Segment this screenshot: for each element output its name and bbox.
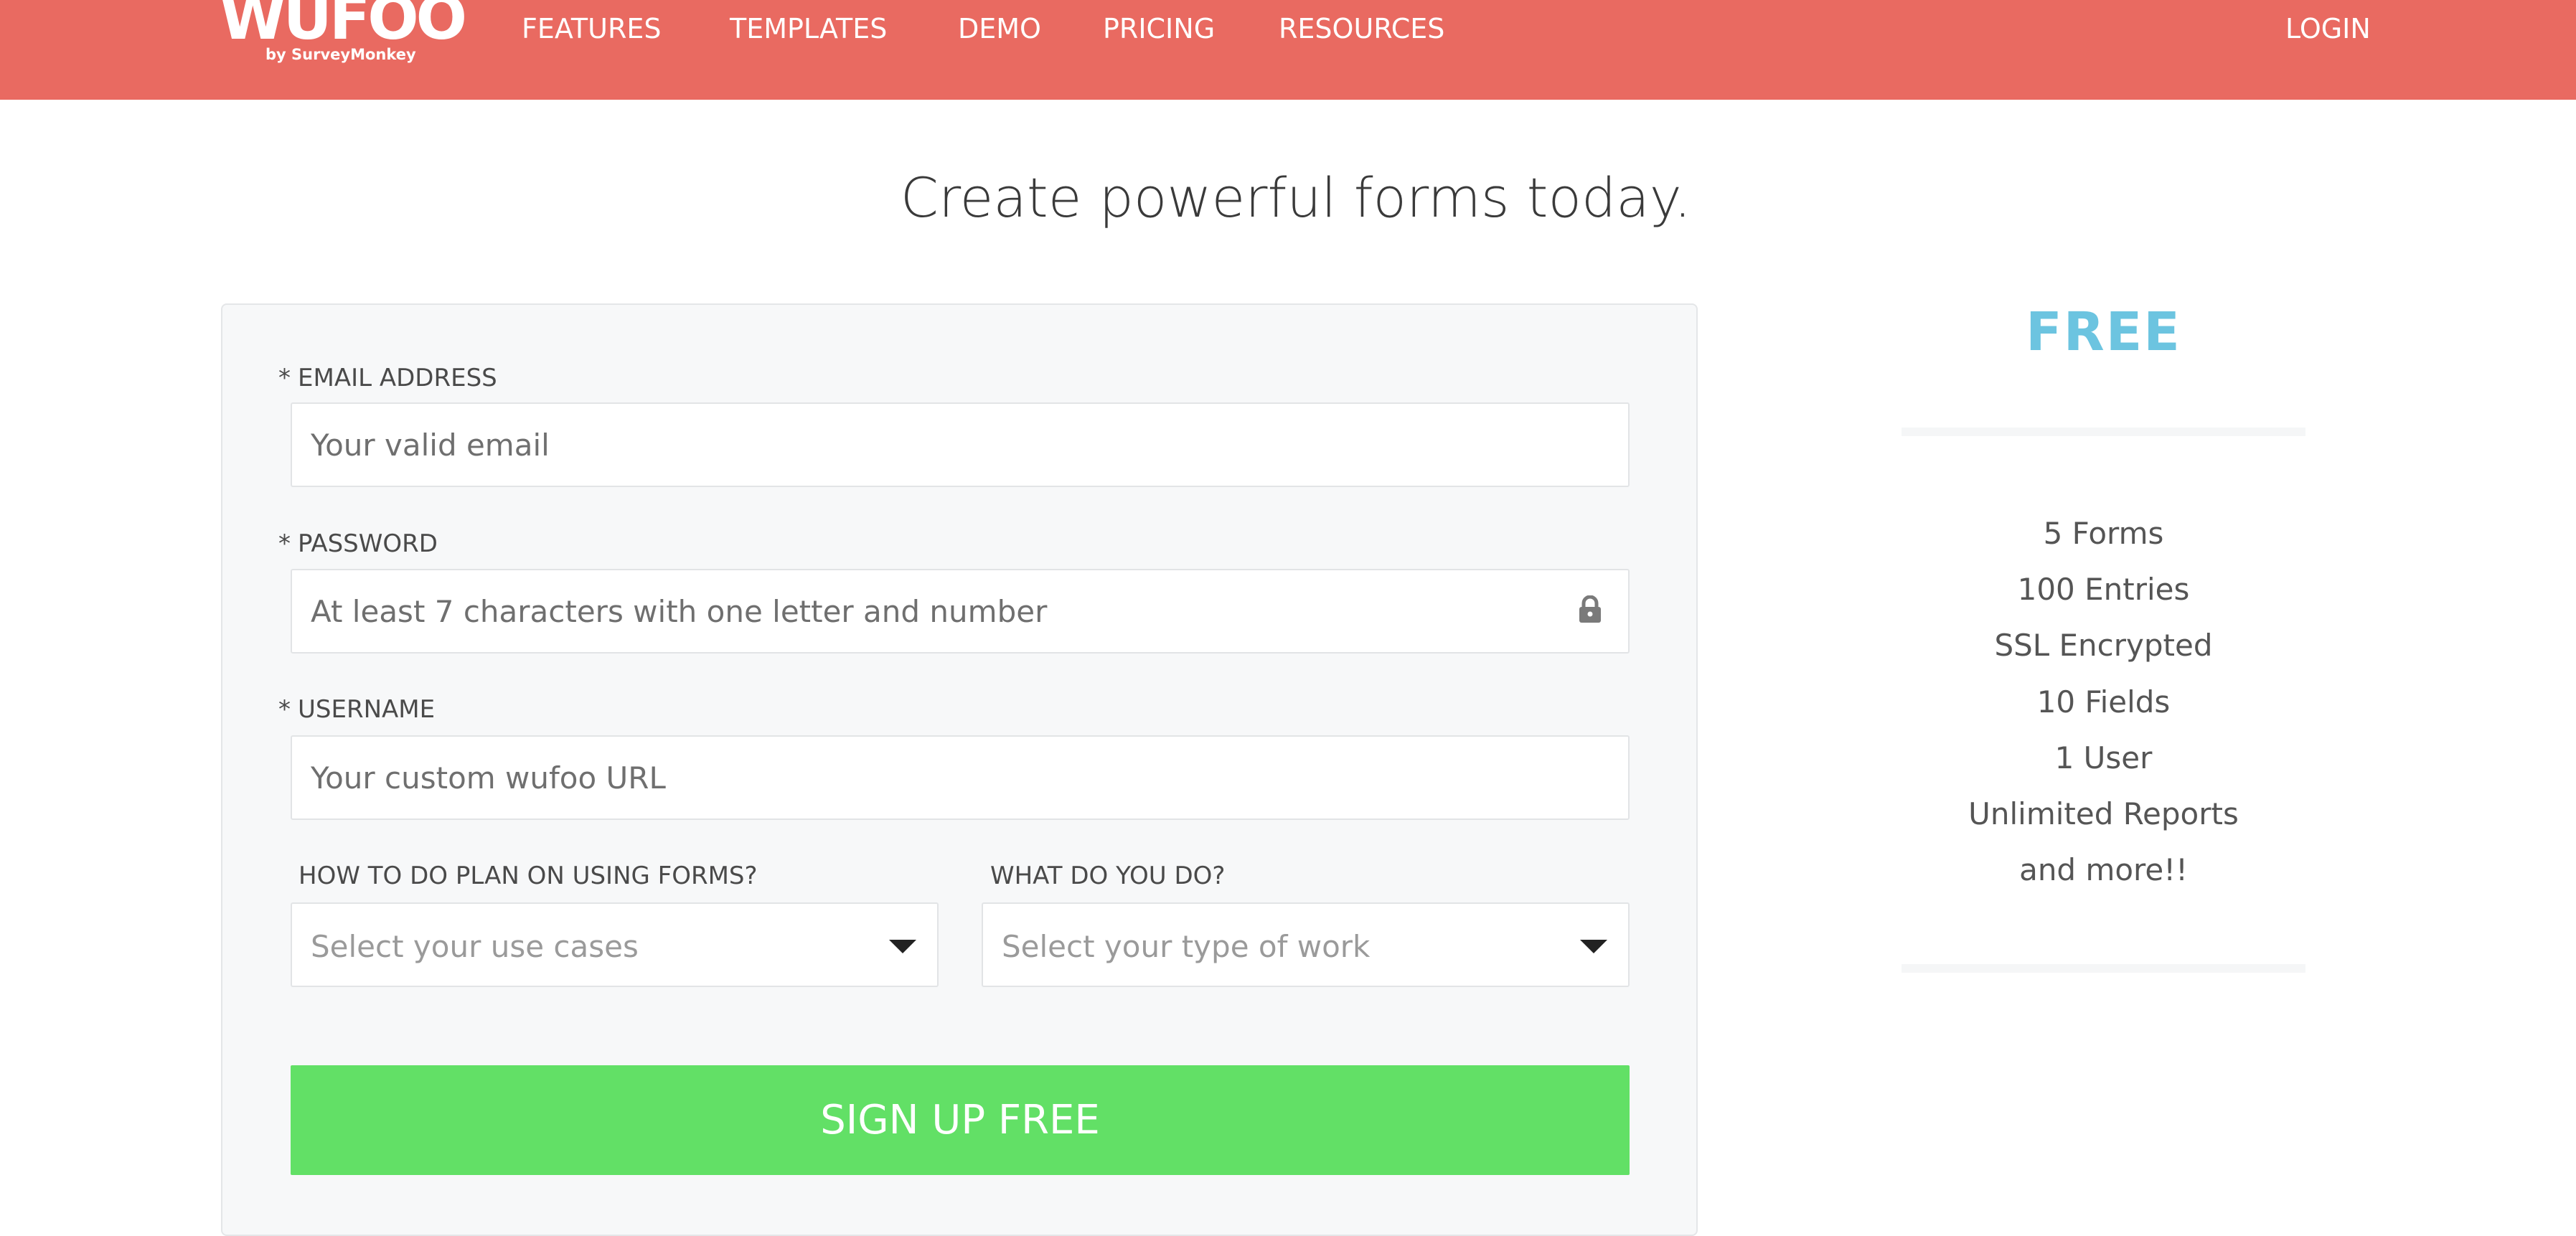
chevron-down-icon (889, 940, 916, 953)
nav-pricing-link[interactable]: PRICING (1103, 13, 1215, 44)
work-type-label: WHAT DO YOU DO? (990, 862, 1226, 890)
plan-feature-item: and more!! (2019, 852, 2188, 888)
username-input[interactable] (291, 735, 1630, 820)
email-input[interactable] (291, 402, 1630, 487)
chevron-down-icon (1580, 940, 1607, 953)
password-input[interactable] (291, 569, 1630, 654)
plan-divider-top (1902, 428, 2305, 436)
required-marker: * (278, 529, 291, 558)
plan-name: FREE (2026, 301, 2181, 363)
use-case-selected-text: Select your use cases (311, 929, 639, 964)
password-label-text: PASSWORD (298, 529, 438, 558)
plan-feature-item: 5 Forms (2043, 516, 2164, 551)
username-label: * USERNAME (278, 695, 435, 724)
nav-demo-link[interactable]: DEMO (958, 13, 1041, 44)
wufoo-logo[interactable]: WUFOO by SurveyMonkey (220, 0, 467, 69)
plan-feature-item: Unlimited Reports (1968, 796, 2239, 832)
use-case-select[interactable]: Select your use cases (291, 902, 939, 987)
logo-tagline: by SurveyMonkey (265, 46, 416, 63)
nav-templates-link[interactable]: TEMPLATES (730, 13, 887, 44)
plan-feature-list: 5 Forms 100 Entries SSL Encrypted 10 Fie… (1902, 506, 2305, 898)
plan-feature-item: 1 User (2054, 740, 2153, 775)
nav-resources-link[interactable]: RESOURCES (1279, 13, 1444, 44)
email-label: * EMAIL ADDRESS (278, 364, 497, 392)
nav-features-link[interactable]: FEATURES (522, 13, 661, 44)
username-label-text: USERNAME (298, 695, 436, 724)
login-link[interactable]: LOGIN (2285, 13, 2371, 44)
plan-divider-bottom (1902, 964, 2305, 973)
lock-icon (1579, 595, 1601, 623)
work-type-selected-text: Select your type of work (1002, 929, 1371, 964)
work-type-select[interactable]: Select your type of work (982, 902, 1630, 987)
email-label-text: EMAIL ADDRESS (298, 364, 497, 392)
required-marker: * (278, 695, 291, 724)
required-marker: * (278, 364, 291, 392)
password-label: * PASSWORD (278, 529, 438, 558)
sign-up-free-button[interactable]: SIGN UP FREE (291, 1065, 1630, 1175)
plan-feature-item: 10 Fields (2036, 684, 2171, 720)
use-case-label: HOW TO DO PLAN ON USING FORMS? (299, 862, 758, 890)
plan-feature-item: SSL Encrypted (1994, 628, 2213, 664)
top-navigation-bar: WUFOO by SurveyMonkey FEATURES TEMPLATES… (0, 0, 2576, 100)
page-headline: Create powerful forms today. (900, 166, 1692, 230)
logo-wordmark: WUFOO (220, 0, 467, 53)
plan-feature-item: 100 Entries (2017, 572, 2190, 608)
